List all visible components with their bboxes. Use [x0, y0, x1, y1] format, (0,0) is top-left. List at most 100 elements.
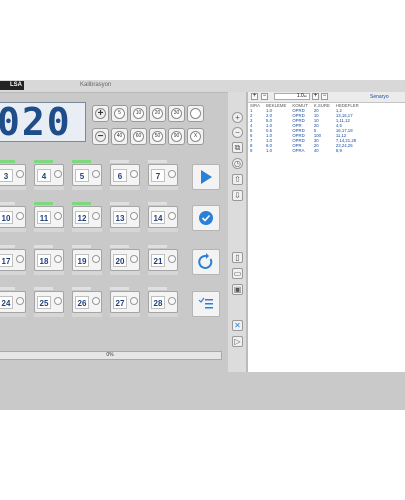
channel-cell[interactable]: 20	[110, 245, 140, 275]
channel-number: 25	[37, 296, 51, 309]
step-unit: sn	[303, 94, 307, 98]
add-5-button[interactable]: 5	[111, 105, 128, 122]
channel-dial-icon[interactable]	[16, 212, 24, 220]
channel-cell[interactable]: 17	[0, 245, 26, 275]
export-button[interactable]: ▷	[232, 336, 243, 347]
channel-dial-icon[interactable]	[168, 297, 176, 305]
channel-cell[interactable]: 4	[34, 160, 64, 190]
counter-display: 020	[0, 102, 86, 142]
clear-button[interactable]: X	[187, 128, 204, 145]
channel-cell[interactable]: 26	[72, 287, 102, 317]
scenario-list-button[interactable]	[192, 291, 220, 317]
channel-dial-icon[interactable]	[92, 255, 100, 263]
step-plus-button[interactable]: +	[251, 93, 258, 100]
control-button-label: X	[190, 131, 201, 142]
delete-file-button[interactable]: ▯	[232, 252, 243, 263]
channel-cell[interactable]: 5	[72, 160, 102, 190]
channel-number: 19	[75, 254, 89, 267]
timer-button[interactable]: ◷	[232, 158, 243, 169]
channel-dial-icon[interactable]	[54, 212, 62, 220]
copy-icon: ⧉	[234, 143, 241, 152]
channel-cell[interactable]: 25	[34, 287, 64, 317]
channel-status-bar	[34, 228, 64, 232]
channel-number: 27	[113, 296, 127, 309]
new-file-button[interactable]: ▭	[232, 268, 243, 279]
channel-dial-icon[interactable]	[54, 170, 62, 178]
channel-cell[interactable]: 28	[148, 287, 178, 317]
channel-indicator-lamp	[34, 245, 53, 248]
channel-card: 24	[0, 291, 26, 313]
channel-cell[interactable]: 13	[110, 202, 140, 232]
channel-cell[interactable]: 21	[148, 245, 178, 275]
channel-cell[interactable]: 27	[110, 287, 140, 317]
channel-dial-icon[interactable]	[168, 255, 176, 263]
reset-button[interactable]	[192, 249, 220, 275]
channel-cell[interactable]: 14	[148, 202, 178, 232]
close-list-button[interactable]: ✕	[232, 320, 243, 331]
remove-row-button[interactable]: −	[232, 127, 243, 138]
table-body: 1 1.0 OPRD 20 1,2 2 2.0 OPRD 10 13,16,17 3 5.0 OPRD 1…	[250, 108, 365, 153]
move-up-button[interactable]: ⇧	[232, 174, 243, 185]
scenario-list-panel: + − 1.0sn + − Senaryo SIRA BEKLEME KOMUT K.…	[247, 92, 405, 372]
channel-card: 4	[34, 164, 64, 186]
plus-button[interactable]: +	[92, 105, 109, 122]
table-row[interactable]: 9 1.0 OPRA 40 8,9	[250, 148, 365, 153]
confirm-button[interactable]	[192, 205, 220, 231]
channel-dial-icon[interactable]	[54, 255, 62, 263]
channel-dial-icon[interactable]	[168, 170, 176, 178]
copy-row-button[interactable]: ⧉	[232, 142, 243, 153]
add-40-button[interactable]: 40	[111, 128, 128, 145]
add-20-button[interactable]: 20	[149, 105, 166, 122]
channel-dial-icon[interactable]	[92, 297, 100, 305]
channel-number: 20	[113, 254, 127, 267]
channel-card: 5	[72, 164, 102, 186]
channel-dial-icon[interactable]	[16, 170, 24, 178]
channel-dial-icon[interactable]	[130, 170, 138, 178]
step-up-button[interactable]: +	[312, 93, 319, 100]
channel-cell[interactable]: 10	[0, 202, 26, 232]
channel-dial-icon[interactable]	[130, 255, 138, 263]
channel-cell[interactable]: 7	[148, 160, 178, 190]
channel-dial-icon[interactable]	[92, 212, 100, 220]
channel-cell[interactable]: 24	[0, 287, 26, 317]
add-30-button[interactable]: 30	[168, 105, 185, 122]
channel-status-bar	[34, 313, 64, 317]
channel-number: 6	[113, 169, 127, 182]
play-button[interactable]	[192, 164, 220, 190]
channel-number: 12	[75, 211, 89, 224]
channel-dial-icon[interactable]	[168, 212, 176, 220]
step-down-button[interactable]: −	[321, 93, 328, 100]
channel-number: 28	[151, 296, 165, 309]
channel-dial-icon[interactable]	[16, 297, 24, 305]
add-90-button[interactable]: 90	[168, 128, 185, 145]
channel-dial-icon[interactable]	[54, 297, 62, 305]
step-minus-button[interactable]: −	[261, 93, 268, 100]
channel-cell[interactable]: 19	[72, 245, 102, 275]
channel-cell[interactable]: 11	[34, 202, 64, 232]
minus-button[interactable]: −	[92, 128, 109, 145]
move-down-button[interactable]: ⇩	[232, 190, 243, 201]
channel-cell[interactable]: 6	[110, 160, 140, 190]
add-10-button[interactable]: 10	[130, 105, 147, 122]
add-50-button[interactable]: 50	[149, 128, 166, 145]
channel-cell[interactable]: 18	[34, 245, 64, 275]
arrow-down-icon: ⇩	[234, 191, 241, 200]
channel-dial-icon[interactable]	[130, 297, 138, 305]
channel-status-bar	[0, 186, 26, 190]
add-60-button[interactable]: 60	[130, 128, 147, 145]
blank-button[interactable]	[187, 105, 204, 122]
add-row-button[interactable]: +	[232, 112, 243, 123]
channel-cell[interactable]: 12	[72, 202, 102, 232]
channel-cell[interactable]: 3	[0, 160, 26, 190]
channel-status-bar	[34, 186, 64, 190]
channel-dial-icon[interactable]	[16, 255, 24, 263]
list-header-bar: + − 1.0sn + − Senaryo	[248, 92, 405, 103]
channel-number: 3	[0, 169, 13, 182]
save-file-button[interactable]: ▣	[232, 284, 243, 295]
step-input[interactable]: 1.0sn	[274, 93, 310, 100]
progress-label: 0%	[106, 352, 114, 358]
list-icon	[198, 297, 213, 309]
channel-dial-icon[interactable]	[130, 212, 138, 220]
channel-card: 25	[34, 291, 64, 313]
channel-dial-icon[interactable]	[92, 170, 100, 178]
